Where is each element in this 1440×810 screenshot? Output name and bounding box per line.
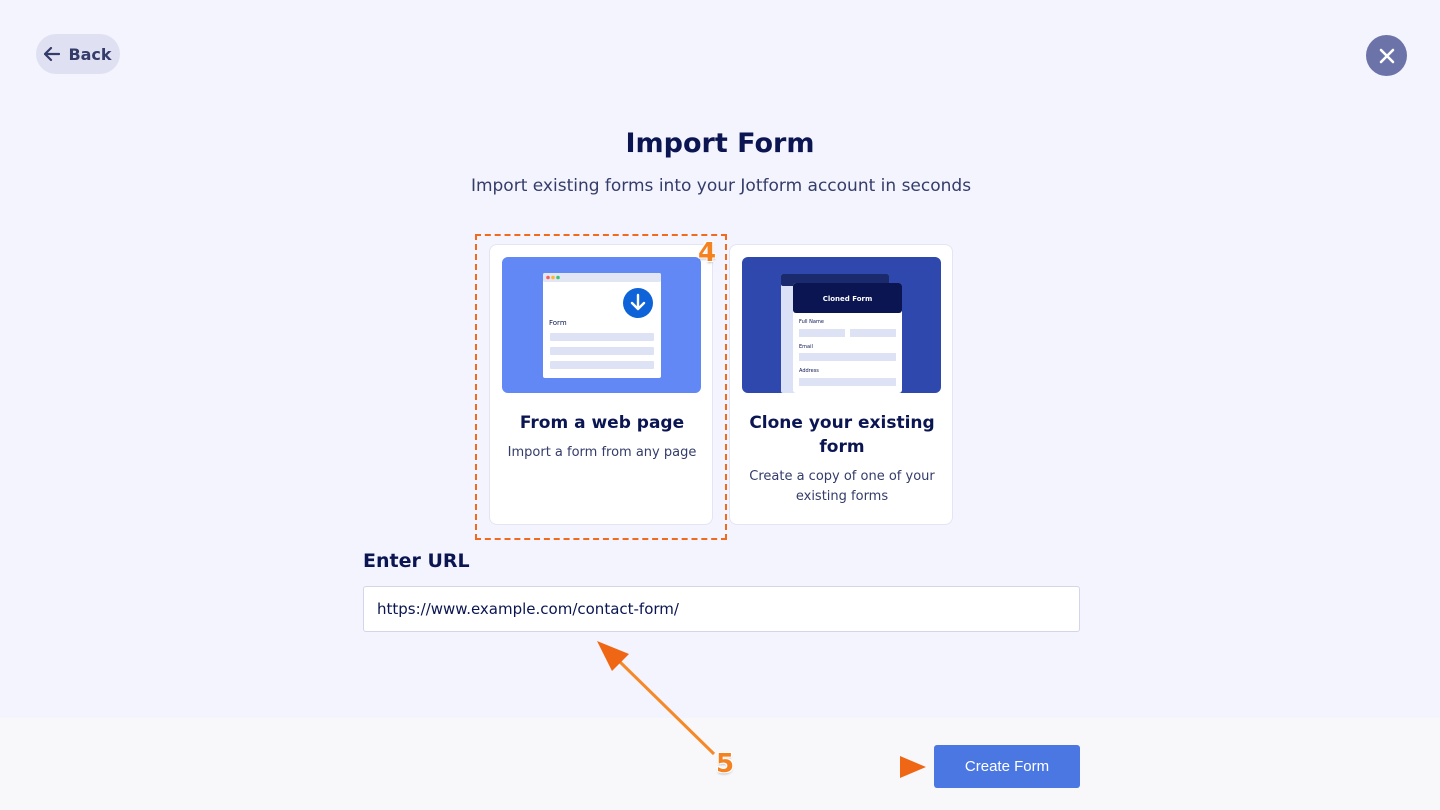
url-label: Enter URL	[363, 550, 470, 572]
page-subtitle: Import existing forms into your Jotform …	[470, 176, 972, 196]
annotation-highlight-box	[475, 234, 727, 540]
option-clone-form-title: Clone your existing form	[749, 413, 935, 457]
clone-form-illustration: Cloned Form Full Name Email Address	[742, 257, 941, 393]
option-clone-form-description: Create a copy of one of your existing fo…	[749, 469, 935, 504]
option-clone-form-card[interactable]: Cloned Form Full Name Email Address Clon…	[729, 244, 953, 525]
cloned-form-header-label: Cloned Form	[822, 295, 873, 303]
back-arrow-icon	[44, 47, 61, 61]
page-title: Import Form	[625, 128, 815, 159]
full-name-label: Full Name	[799, 319, 824, 325]
address-label: Address	[799, 368, 819, 374]
back-label: Back	[68, 44, 112, 64]
annotation-step-4: 4	[698, 238, 717, 268]
import-form-page: Back Import Form Import existing forms i…	[0, 0, 1440, 810]
email-label: Email	[799, 344, 813, 350]
close-icon	[1379, 48, 1394, 63]
annotation-step-5: 5	[716, 749, 735, 779]
create-form-button[interactable]: Create Form	[934, 745, 1080, 788]
close-button[interactable]	[1366, 35, 1407, 76]
back-button[interactable]: Back	[36, 34, 120, 74]
url-input[interactable]	[363, 586, 1080, 632]
